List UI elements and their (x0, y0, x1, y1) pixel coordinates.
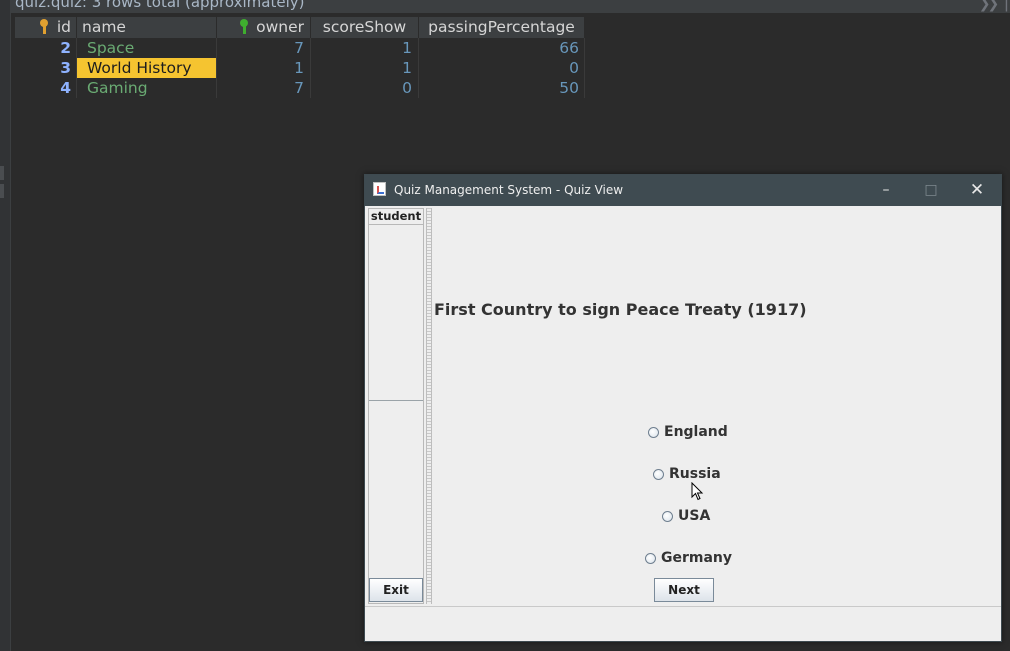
window-titlebar[interactable]: Quiz Management System - Quiz View – □ ✕ (365, 175, 1001, 206)
window-title: Quiz Management System - Quiz View (394, 183, 624, 197)
exit-button[interactable]: Exit (369, 578, 423, 602)
radio-button[interactable] (648, 426, 659, 438)
cell-passingpercentage[interactable]: 66 (419, 38, 585, 58)
column-header-scoreshow[interactable]: scoreShow (311, 17, 419, 38)
cell-owner[interactable]: 1 (217, 58, 311, 78)
cell-owner[interactable]: 7 (217, 38, 311, 58)
option-england[interactable]: England (648, 424, 728, 440)
next-button[interactable]: Next (654, 578, 714, 602)
option-label: England (664, 424, 728, 440)
cell-name[interactable]: Space (77, 38, 217, 58)
table-row[interactable]: 2 Space 7 1 66 (15, 38, 585, 58)
window-footer (365, 607, 1001, 641)
cell-id[interactable]: 3 (15, 58, 77, 78)
cell-owner[interactable]: 7 (217, 78, 311, 98)
option-label: USA (678, 508, 711, 524)
maximize-icon[interactable]: □ (919, 179, 943, 201)
primary-key-icon (39, 19, 49, 34)
result-title: quiz.quiz: 3 rows total (approximately) (15, 0, 305, 11)
foreign-key-icon (239, 19, 249, 34)
chevron-right-icon[interactable]: ❯❯▕ (979, 0, 1007, 12)
split-pane-divider[interactable] (426, 208, 432, 604)
table-row[interactable]: 3 World History 1 1 0 (15, 58, 585, 78)
result-grid: id name owner scoreShow passingPercentag… (15, 17, 585, 98)
gutter-marker (0, 166, 4, 180)
option-usa[interactable]: USA (662, 508, 710, 524)
radio-button[interactable] (645, 552, 656, 564)
option-germany[interactable]: Germany (645, 550, 732, 566)
radio-button[interactable] (653, 468, 664, 480)
quiz-view-window: Quiz Management System - Quiz View – □ ✕… (364, 174, 1002, 642)
minimize-icon[interactable]: – (874, 179, 898, 201)
cell-id[interactable]: 2 (15, 38, 77, 58)
option-label: Russia (669, 466, 721, 482)
result-tab-bar: quiz.quiz: 3 rows total (approximately) … (10, 0, 1010, 13)
mouse-cursor-icon (691, 482, 704, 501)
student-sidebar: student (368, 208, 424, 604)
sidebar-divider (369, 400, 423, 401)
table-row[interactable]: 4 Gaming 7 0 50 (15, 78, 585, 98)
cell-id[interactable]: 4 (15, 78, 77, 98)
cell-scoreshow[interactable]: 1 (311, 58, 419, 78)
option-russia[interactable]: Russia (653, 466, 721, 482)
column-header-passingpercentage[interactable]: passingPercentage (419, 17, 585, 38)
cell-scoreshow[interactable]: 1 (311, 38, 419, 58)
option-label: Germany (661, 550, 733, 566)
quiz-content-panel: student First Country to sign Peace Trea… (365, 206, 1001, 607)
sidebar-header[interactable]: student (369, 209, 423, 225)
gutter-marker (0, 184, 4, 198)
cell-name[interactable]: Gaming (77, 78, 217, 98)
cell-name-selected[interactable]: World History (77, 58, 217, 78)
grid-header: id name owner scoreShow passingPercentag… (15, 17, 585, 38)
close-icon[interactable]: ✕ (965, 179, 989, 201)
left-gutter (0, 0, 11, 651)
cell-scoreshow[interactable]: 0 (311, 78, 419, 98)
java-app-icon (373, 182, 386, 196)
question-text: First Country to sign Peace Treaty (1917… (434, 300, 807, 319)
column-header-name[interactable]: name (77, 17, 217, 38)
radio-button[interactable] (662, 510, 673, 522)
column-header-owner[interactable]: owner (217, 17, 311, 38)
column-header-id[interactable]: id (15, 17, 77, 38)
cell-passingpercentage[interactable]: 0 (419, 58, 585, 78)
cell-passingpercentage[interactable]: 50 (419, 78, 585, 98)
